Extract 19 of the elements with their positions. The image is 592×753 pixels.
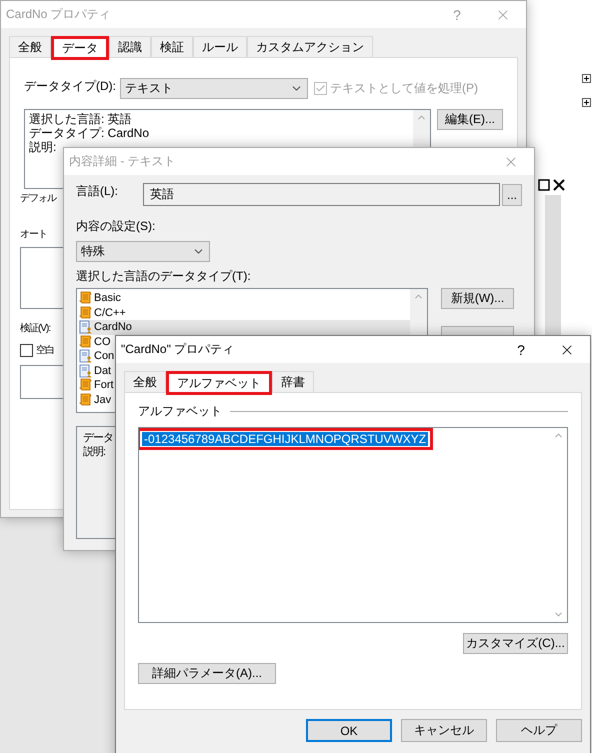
description-line: 説明: — [83, 445, 106, 459]
alphabet-text: -0123456789ABCDEFGHIJKLMNOPQRSTUVWXYZ — [142, 432, 428, 446]
window-title: 内容詳細 - テキスト — [69, 153, 177, 170]
summary-line: 説明: — [29, 140, 56, 154]
field-label: 内容の設定(S): — [76, 218, 156, 235]
field-label: 言語(L): — [76, 183, 119, 200]
field-label: データタイプ(D): — [24, 78, 117, 95]
summary-line: データタイプ: CardNo — [29, 126, 150, 140]
checkbox-label: 空白 — [36, 344, 54, 357]
checkbox-label: テキストとして値を処理(P) — [330, 80, 478, 97]
description-line: データ — [83, 431, 113, 445]
window-title: "CardNo" プロパティ — [121, 341, 236, 358]
field-label: 検証(V): — [20, 322, 50, 335]
field-label: デフォル — [20, 192, 56, 205]
summary-line: 選択した言語: 英語 — [29, 112, 132, 126]
field-label: オート — [20, 228, 47, 241]
window-title: CardNo プロパティ — [6, 6, 112, 23]
group-label: アルファベット — [138, 403, 222, 420]
field-label: 選択した言語のデータタイプ(T): — [76, 268, 251, 285]
